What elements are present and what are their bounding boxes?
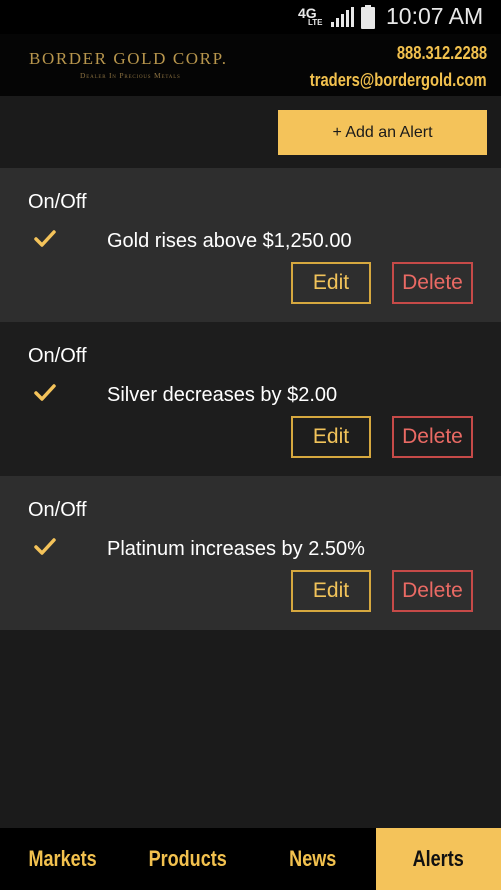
delete-button[interactable]: Delete: [392, 416, 473, 458]
alert-description: Gold rises above $1,250.00: [107, 230, 352, 252]
status-bar: 4G LTE 10:07 AM: [0, 0, 501, 34]
signal-icon: [331, 7, 354, 27]
alert-item: On/Off Platinum increases by 2.50% Edit …: [0, 476, 501, 630]
bottom-nav: Markets Products News Alerts: [0, 828, 501, 890]
tab-label: Alerts: [412, 846, 464, 871]
toggle-label: On/Off: [28, 191, 87, 213]
brand-tagline: Dealer In Precious Metals: [80, 71, 181, 80]
check-icon[interactable]: [34, 384, 56, 402]
toggle-label: On/Off: [28, 499, 87, 521]
alert-description: Silver decreases by $2.00: [107, 384, 338, 406]
alert-item: On/Off Gold rises above $1,250.00 Edit D…: [0, 168, 501, 322]
tab-label: Products: [148, 846, 227, 871]
toggle-label: On/Off: [28, 345, 87, 367]
status-time: 10:07 AM: [386, 3, 484, 29]
check-icon[interactable]: [34, 538, 56, 556]
check-icon[interactable]: [34, 230, 56, 248]
tab-markets[interactable]: Markets: [0, 828, 125, 890]
delete-button[interactable]: Delete: [392, 570, 473, 612]
delete-button[interactable]: Delete: [392, 262, 473, 304]
tab-label: News: [289, 846, 337, 871]
edit-button[interactable]: Edit: [291, 416, 371, 458]
edit-button[interactable]: Edit: [291, 570, 371, 612]
network-lte: LTE: [308, 18, 323, 27]
email-link[interactable]: traders@bordergold.com: [310, 70, 487, 91]
alert-description: Platinum increases by 2.50%: [107, 538, 365, 560]
battery-icon: [361, 5, 375, 29]
alert-item: On/Off Silver decreases by $2.00 Edit De…: [0, 322, 501, 476]
tab-news[interactable]: News: [251, 828, 376, 890]
phone-link[interactable]: 888.312.2288: [397, 43, 487, 64]
network-indicator: 4G LTE: [298, 6, 324, 28]
tab-label: Markets: [28, 846, 97, 871]
brand-logo: BORDER GOLD CORP.: [29, 49, 228, 68]
tab-products[interactable]: Products: [125, 828, 250, 890]
app-header: BORDER GOLD CORP. Dealer In Precious Met…: [0, 34, 501, 96]
tab-alerts[interactable]: Alerts: [375, 828, 501, 890]
add-alert-button[interactable]: + Add an Alert: [278, 110, 487, 155]
edit-button[interactable]: Edit: [291, 262, 371, 304]
